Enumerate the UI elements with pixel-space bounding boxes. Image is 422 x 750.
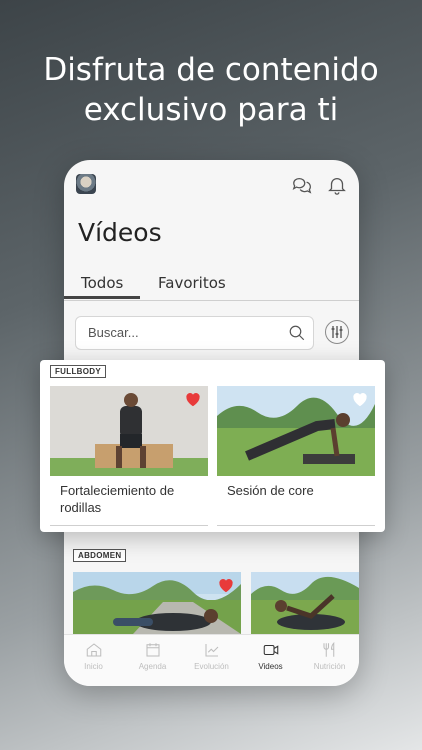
tab-bar: Todos Favoritos [64, 270, 359, 301]
video-thumbnail[interactable] [251, 572, 359, 634]
video-thumbnail[interactable] [50, 386, 208, 476]
nav-label: Videos [258, 662, 283, 671]
headline-line-1: Disfruta de contenido [43, 52, 379, 88]
nav-nutricion[interactable]: Nutrición [300, 641, 359, 671]
divider [50, 525, 208, 526]
video-title[interactable]: Sesión de core [227, 482, 367, 499]
tab-favoritos[interactable]: Favoritos [158, 274, 226, 292]
nav-label: Nutrición [313, 662, 346, 671]
top-bar [64, 160, 359, 210]
search-icon[interactable] [288, 324, 306, 342]
active-tab-indicator [64, 296, 140, 299]
sliders-icon [331, 326, 343, 338]
heart-icon-favorite[interactable] [184, 391, 202, 407]
section-tag-fullbody: FULLBODY [50, 365, 106, 378]
home-icon [86, 643, 101, 657]
video-title[interactable]: Fortaleciemiento de rodillas [60, 482, 200, 516]
heart-icon[interactable] [351, 391, 369, 407]
tab-todos[interactable]: Todos [81, 274, 123, 292]
section-tag-abdomen: ABDOMEN [73, 549, 127, 562]
avatar[interactable] [76, 174, 96, 194]
headline-line-2: exclusivo para ti [83, 92, 339, 128]
nav-label: Evolución [194, 662, 229, 671]
nav-videos[interactable]: Videos [241, 641, 300, 671]
video-icon [263, 644, 278, 656]
video-thumbnail[interactable] [73, 572, 241, 634]
nav-inicio[interactable]: Inicio [64, 641, 123, 671]
cutlery-icon [322, 641, 334, 657]
heart-icon-favorite[interactable] [217, 577, 235, 593]
chat-icon[interactable] [291, 174, 313, 196]
nav-label: Inicio [84, 662, 103, 671]
divider [217, 525, 375, 526]
nav-evolucion[interactable]: Evolución [182, 641, 241, 671]
page-title: Vídeos [78, 218, 162, 247]
calendar-icon [145, 643, 160, 657]
search-input[interactable] [86, 324, 290, 341]
headline: Disfruta de contenido exclusivo para ti [0, 50, 422, 130]
search-box [75, 316, 314, 350]
nav-agenda[interactable]: Agenda [123, 641, 182, 671]
chart-icon [204, 644, 218, 657]
nav-label: Agenda [138, 662, 167, 671]
video-thumbnail[interactable] [217, 386, 375, 476]
bell-icon[interactable] [326, 174, 348, 196]
filter-button[interactable] [325, 320, 349, 344]
bottom-nav: Inicio Agenda Evolución Videos Nutrición [64, 634, 359, 686]
fullbody-section-card: FULLBODY Fortaleciemiento de rodillas Se… [40, 360, 385, 532]
